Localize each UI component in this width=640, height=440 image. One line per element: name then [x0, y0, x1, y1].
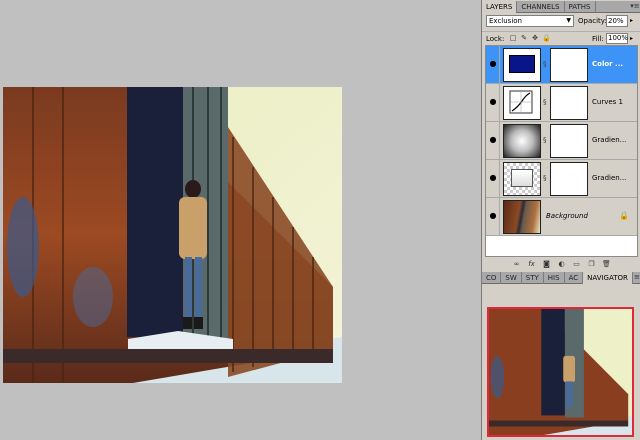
eye-icon[interactable]: ● [488, 97, 498, 107]
layer-name[interactable]: Gradien... [592, 174, 626, 182]
chain-link-icon[interactable]: § [543, 174, 548, 183]
opacity-slider-arrow-icon[interactable]: ▸ [630, 17, 633, 24]
layer-mask-thumb[interactable] [550, 162, 588, 196]
chain-link-icon[interactable]: § [543, 60, 548, 69]
layers-list: ● § Color ... ● § Curves 1 ● § Gradien..… [485, 45, 638, 257]
lock-move-icon[interactable]: ✥ [531, 34, 539, 42]
layer-mask-thumb[interactable] [550, 124, 588, 158]
tabbar-spacer [596, 1, 629, 12]
lock-label: Lock: [486, 35, 505, 43]
panel-menu-icon[interactable]: ≡ [633, 272, 640, 284]
layers-footer: ∞ fx ◙ ◐ ▭ ❐ 🗑 [482, 259, 640, 271]
navigator-tabbar: CO SW STY HIS AC NAVIGATOR ≡ [482, 272, 640, 284]
fill-field[interactable]: 100% [606, 33, 628, 44]
fx-icon[interactable]: fx [527, 259, 537, 269]
blend-mode-value: Exclusion [489, 17, 522, 25]
layer-row-gradient-radial[interactable]: ● § Gradien... [486, 122, 637, 160]
lock-all-icon[interactable]: 🔒 [542, 34, 551, 42]
tab-color[interactable]: CO [482, 272, 502, 284]
layer-name[interactable]: Curves 1 [592, 98, 623, 106]
panel-dock: LAYERS CHANNELS PATHS ▾≡ Exclusion ▼ Opa… [481, 0, 640, 440]
layer-row-background[interactable]: ● Background 🔒 [486, 198, 637, 236]
layer-row-color-fill[interactable]: ● § Color ... [486, 46, 637, 84]
opacity-label: Opacity: [578, 17, 607, 25]
tab-swatches[interactable]: SW [501, 272, 522, 284]
layer-row-gradient-transparent[interactable]: ● § Gradien... [486, 160, 637, 198]
panel-menu-icon[interactable]: ▾≡ [629, 1, 640, 13]
chain-link-icon[interactable]: § [543, 136, 548, 145]
chain-link-icon[interactable]: § [543, 98, 548, 107]
layer-thumb-radial-gradient [503, 124, 541, 158]
layer-name[interactable]: Gradien... [592, 136, 626, 144]
layers-tabbar: LAYERS CHANNELS PATHS ▾≡ [482, 1, 640, 13]
layer-name[interactable]: Background [546, 212, 588, 220]
tab-channels[interactable]: CHANNELS [517, 1, 565, 13]
adjustment-icon[interactable]: ◐ [557, 259, 567, 269]
layer-row-curves[interactable]: ● § Curves 1 [486, 84, 637, 122]
layer-thumb-solid-color [503, 48, 541, 82]
layer-mask-thumb[interactable] [550, 48, 588, 82]
fill-slider-arrow-icon[interactable]: ▸ [630, 35, 633, 42]
layer-thumb-transparent-gradient [503, 162, 541, 196]
mask-icon[interactable]: ◙ [542, 259, 552, 269]
link-icon[interactable]: ∞ [512, 259, 522, 269]
layer-mask-thumb[interactable] [550, 86, 588, 120]
eye-icon[interactable]: ● [488, 135, 498, 145]
tab-styles[interactable]: STY [522, 272, 544, 284]
eye-icon[interactable]: ● [488, 211, 498, 221]
layer-name[interactable]: Color ... [592, 60, 623, 68]
layer-thumb-curves [503, 86, 541, 120]
blend-options-row: Exclusion ▼ Opacity: 20% ▸ [482, 14, 640, 29]
opacity-field[interactable]: 20% [606, 15, 628, 27]
tab-paths[interactable]: PATHS [565, 1, 596, 13]
eye-icon[interactable]: ● [488, 59, 498, 69]
fill-label: Fill: [592, 35, 604, 43]
chevron-down-icon: ▼ [566, 17, 571, 24]
canvas-workspace[interactable] [0, 0, 481, 440]
navigator-body [482, 285, 640, 440]
lock-row: Lock: □ ✎ ✥ 🔒 Fill: 100% ▸ [482, 31, 640, 44]
tab-layers[interactable]: LAYERS [482, 1, 518, 13]
eye-icon[interactable]: ● [488, 173, 498, 183]
layer-thumb-photo [503, 200, 541, 234]
new-layer-icon[interactable]: ❐ [587, 259, 597, 269]
trash-icon[interactable]: 🗑 [602, 259, 612, 269]
tab-navigator[interactable]: NAVIGATOR [583, 272, 633, 284]
document-photo[interactable] [3, 87, 342, 383]
lock-transparent-icon[interactable]: □ [509, 34, 517, 42]
navigator-preview[interactable] [487, 307, 634, 437]
tab-history[interactable]: HIS [544, 272, 565, 284]
blend-mode-select[interactable]: Exclusion ▼ [486, 15, 574, 27]
folder-icon[interactable]: ▭ [572, 259, 582, 269]
lock-brush-icon[interactable]: ✎ [520, 34, 528, 42]
lock-icon: 🔒 [619, 211, 629, 220]
tab-actions[interactable]: AC [565, 272, 584, 284]
